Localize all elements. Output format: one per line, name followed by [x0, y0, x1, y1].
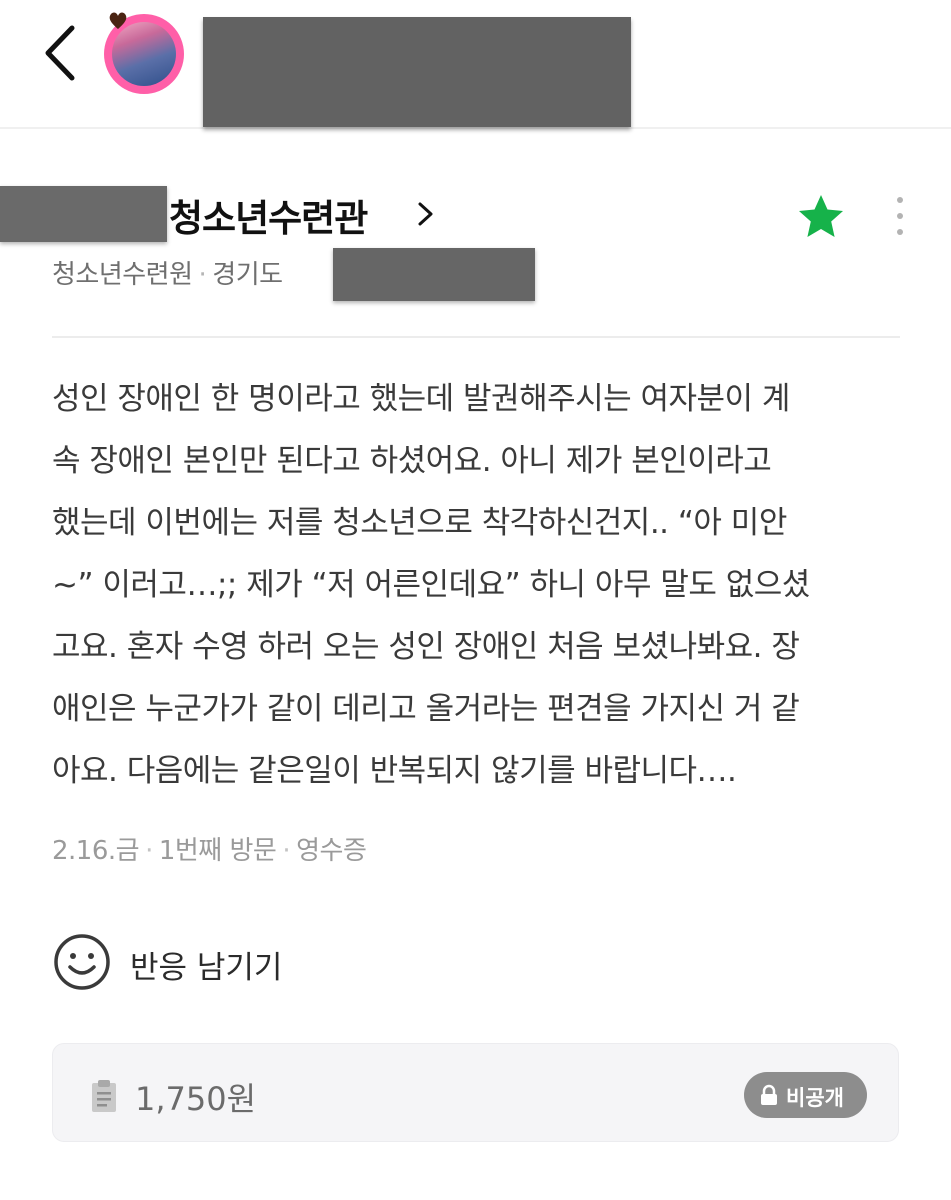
star-icon[interactable]: [796, 192, 846, 240]
place-category: 청소년수련원: [52, 260, 193, 290]
redacted-username: [203, 17, 631, 127]
separator-dot: ·: [145, 836, 153, 866]
review-line: 속 장애인 본인만 된다고 하셨어요. 아니 제가 본인이라고: [52, 443, 772, 479]
visit-count: 1번째 방문: [158, 836, 277, 866]
review-line: 고요. 혼자 수영 하러 오는 성인 장애인 처음 보셨나봐요. 장: [52, 629, 800, 665]
visit-proof: 영수증: [296, 836, 367, 866]
separator-dot: ·: [282, 836, 291, 866]
review-line: 했는데 이번에는 저를 청소년으로 착각하신건지.. “아 미안: [52, 505, 787, 541]
redacted-place-prefix: [0, 186, 167, 242]
more-vertical-icon[interactable]: [892, 194, 908, 238]
place-title[interactable]: 청소년수련관: [169, 188, 368, 242]
lock-icon: [761, 1084, 777, 1105]
place-meta: 청소년수련원 · 경기도: [52, 254, 283, 291]
review-line: 성인 장애인 한 명이라고 했는데 발권해주시는 여자분이 계: [52, 381, 790, 417]
privacy-badge[interactable]: 비공개: [744, 1072, 867, 1118]
leave-reaction-button[interactable]: 반응 남기기: [52, 932, 312, 994]
review-line: 애인은 누군가가 같이 데리고 올거라는 편견을 가지신 거 같: [52, 691, 800, 727]
review-line: ~” 이러고…;; 제가 “저 어른인데요” 하니 아무 말도 없으셨: [52, 567, 810, 603]
review-text: 성인 장애인 한 명이라고 했는데 발권해주시는 여자분이 계 속 장애인 본인…: [52, 368, 902, 802]
clipboard-icon: [92, 1080, 116, 1112]
separator-dot: ·: [198, 260, 207, 290]
chevron-left-icon: [45, 25, 75, 81]
privacy-label: 비공개: [786, 1086, 844, 1110]
reaction-label: 반응 남기기: [130, 950, 283, 986]
receipt-amount: 1,750원: [135, 1080, 257, 1118]
redacted-address: [333, 248, 535, 301]
top-bar: [0, 0, 951, 129]
receipt-card: 1,750원 비공개: [52, 1043, 899, 1142]
smile-icon: [54, 934, 110, 990]
back-button[interactable]: [38, 22, 86, 84]
heart-bow-icon: [109, 12, 127, 29]
visit-info: 2.16.금 · 1번째 방문 · 영수증: [52, 830, 367, 867]
chevron-right-icon[interactable]: [412, 196, 438, 232]
divider: [52, 336, 900, 338]
review-line: 아요. 다음에는 같은일이 반복되지 않기를 바랍니다….: [52, 753, 737, 789]
place-region: 경기도: [212, 260, 283, 290]
visit-date: 2.16.금: [52, 836, 140, 866]
